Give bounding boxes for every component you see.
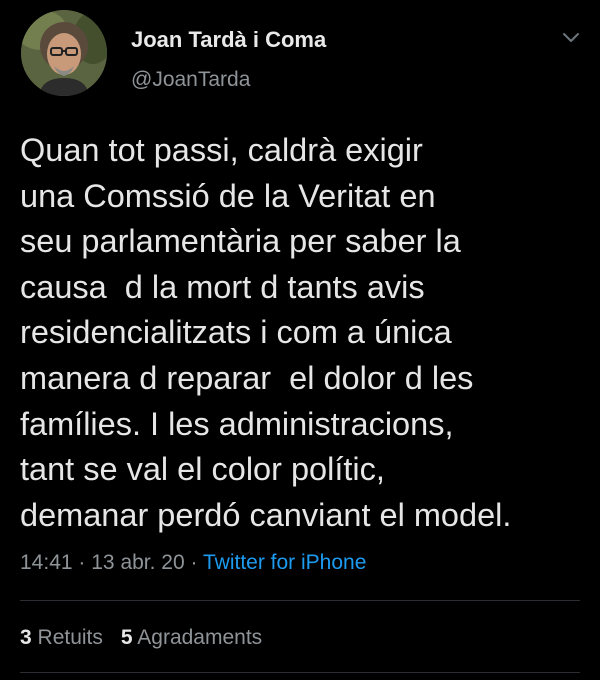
likes-count: 5 xyxy=(120,626,133,649)
meta-separator: · xyxy=(190,551,198,574)
tweet-date[interactable]: 13 abr. 20 xyxy=(91,551,184,574)
author-handle[interactable]: @JoanTarda xyxy=(131,68,250,92)
retweets-label: Retuits xyxy=(37,626,103,649)
tweet-text: Quan tot passi, caldrà exigir una Comssió… xyxy=(20,128,590,538)
tweet-line: una Comssió de la Veritat en xyxy=(20,177,436,214)
chevron-down-icon[interactable] xyxy=(561,28,581,48)
tweet-line: causa d la mort d tants avis xyxy=(20,268,425,305)
divider xyxy=(20,672,580,673)
avatar-photo xyxy=(21,10,107,96)
tweet-line: seu parlamentària per saber la xyxy=(20,223,461,260)
tweet-card: Joan Tardà i Coma @JoanTarda Quan tot pa… xyxy=(0,0,600,680)
author-name[interactable]: Joan Tardà i Coma xyxy=(131,27,326,53)
retweets-count: 3 xyxy=(20,626,32,649)
tweet-line: manera d reparar el dolor d les xyxy=(20,359,474,396)
tweet-time[interactable]: 14:41 xyxy=(20,551,73,574)
meta-separator: · xyxy=(78,551,86,574)
tweet-line: residencialitzats i com a única xyxy=(20,314,452,351)
tweet-line: tant se val el color polític, xyxy=(20,451,385,488)
tweet-stats: 3 Retuits 5 Agradaments xyxy=(20,626,262,650)
tweet-line: famílies. I les administracions, xyxy=(20,405,454,442)
likes-label: Agradaments xyxy=(137,626,263,649)
tweet-source-link[interactable]: Twitter for iPhone xyxy=(203,551,366,574)
retweets-stat[interactable]: 3 Retuits xyxy=(20,626,103,649)
tweet-line: Quan tot passi, caldrà exigir xyxy=(20,132,423,168)
tweet-line: demanar perdó canviant el model. xyxy=(20,496,512,533)
tweet-meta: 14:41 · 13 abr. 20 · Twitter for iPhone xyxy=(20,551,366,575)
divider xyxy=(20,600,580,601)
likes-stat[interactable]: 5 Agradaments xyxy=(121,626,262,649)
avatar[interactable] xyxy=(21,10,107,96)
